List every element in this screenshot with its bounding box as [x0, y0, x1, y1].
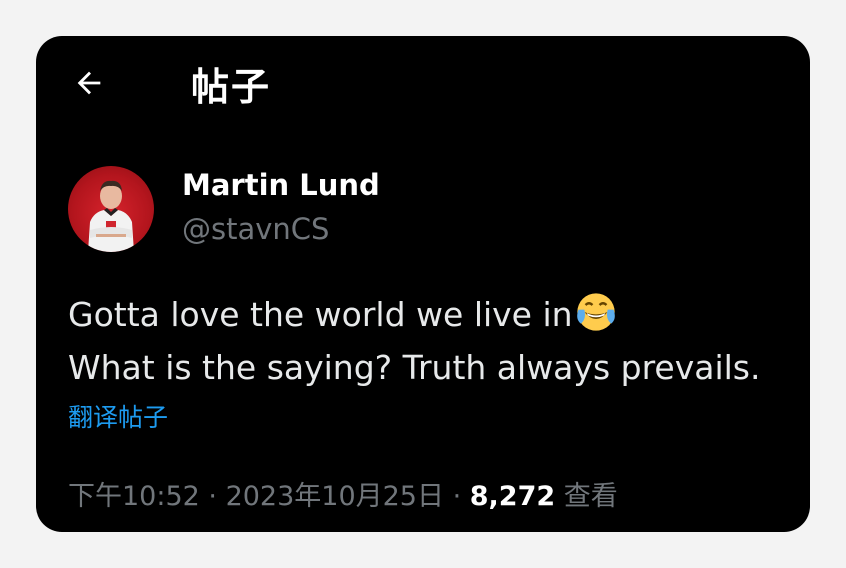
meta-separator: ·: [444, 481, 470, 512]
tweet-line-2: What is the saying? Truth always prevail…: [68, 348, 761, 387]
header: 帖子: [36, 36, 810, 126]
translate-post-link[interactable]: 翻译帖子: [68, 398, 168, 434]
avatar[interactable]: [68, 166, 154, 252]
author-handle[interactable]: @stavnCS: [182, 212, 329, 246]
tweet-line-1: Gotta love the world we live in: [68, 288, 788, 341]
tweet-text: Gotta love the world we live in What is …: [68, 288, 788, 394]
tweet-line-1-text: Gotta love the world we live in: [68, 295, 573, 334]
post-date[interactable]: 2023年10月25日: [226, 481, 444, 512]
views-label: 查看: [563, 481, 618, 512]
post-card: 帖子 Martin Lund @stavnCS Gotta love the w…: [36, 36, 810, 532]
author-name[interactable]: Martin Lund: [182, 168, 380, 202]
back-button[interactable]: [70, 64, 108, 102]
page-title: 帖子: [191, 65, 272, 109]
post-time[interactable]: 下午10:52: [68, 481, 200, 512]
avatar-photo: [88, 180, 134, 252]
face-with-tears-of-joy-icon: [576, 293, 615, 331]
post-meta: 下午10:52 · 2023年10月25日 · 8,272 查看: [68, 474, 788, 513]
views-count: 8,272: [469, 481, 556, 512]
arrow-left-icon: [77, 71, 101, 95]
meta-separator: ·: [199, 481, 226, 512]
author-block: Martin Lund @stavnCS: [68, 166, 768, 256]
